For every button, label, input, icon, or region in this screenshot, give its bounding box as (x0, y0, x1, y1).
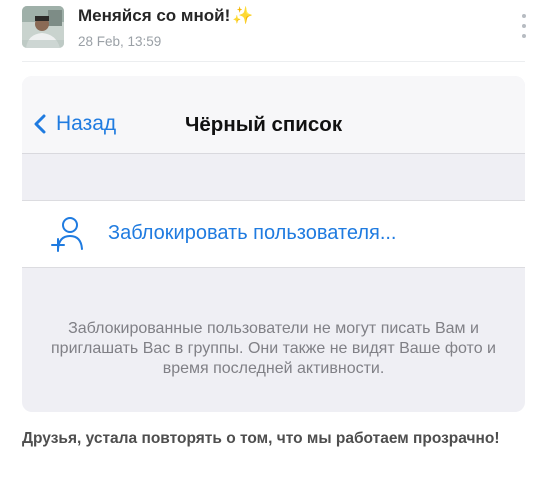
section-spacer (22, 154, 525, 200)
back-button-label: Назад (56, 112, 117, 135)
screen-title: Чёрный список (185, 113, 343, 136)
block-user-label: Заблокировать пользователя... (108, 222, 397, 244)
header-divider (22, 61, 525, 62)
post-header: Меняйся со мной! ✨ 28 Feb, 13:59 (22, 4, 532, 52)
avatar[interactable] (22, 6, 64, 48)
attached-screenshot[interactable]: Назад Чёрный список Заблокировать пользо… (22, 76, 525, 412)
ios-navigation-bar: Назад Чёрный список (22, 76, 525, 153)
more-dot (522, 34, 526, 38)
post-timestamp[interactable]: 28 Feb, 13:59 (78, 34, 161, 49)
back-button[interactable]: Назад (30, 109, 116, 139)
post-body-text: Друзья, устала повторять о том, что мы р… (22, 430, 500, 447)
block-user-button[interactable]: Заблокировать пользователя... (22, 200, 525, 268)
more-dot (522, 24, 526, 28)
avatar-photo (22, 6, 64, 48)
add-user-icon (51, 217, 83, 252)
blocklist-info-text: Заблокированные пользователи не могут пи… (51, 320, 496, 377)
chevron-left-icon (34, 114, 46, 134)
sparkle-emoji: ✨ (232, 6, 254, 25)
author-name[interactable]: Меняйся со мной! ✨ (78, 6, 253, 26)
more-vertical-icon[interactable] (516, 14, 532, 38)
more-dot (522, 14, 526, 18)
author-name-text: Меняйся со мной! (78, 6, 231, 25)
